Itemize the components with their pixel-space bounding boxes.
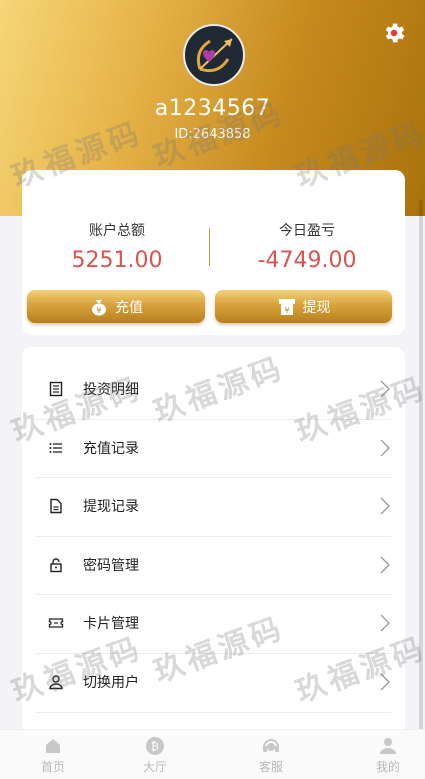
chevron-right-icon bbox=[380, 556, 390, 574]
atm-withdraw-icon: ¥ bbox=[277, 297, 297, 317]
svg-text:₿: ₿ bbox=[151, 740, 159, 753]
home-icon bbox=[43, 736, 63, 756]
tab-label: 首页 bbox=[40, 759, 65, 774]
total-balance-value: 5251.00 bbox=[71, 248, 163, 273]
menu-item-investment-details[interactable]: 投资明细 bbox=[22, 360, 405, 418]
menu-item-label: 提现记录 bbox=[83, 499, 139, 515]
headset-icon bbox=[261, 736, 281, 756]
tab-home[interactable]: 首页 bbox=[0, 730, 106, 779]
chevron-right-icon bbox=[380, 673, 390, 691]
money-bag-icon: ¥ bbox=[89, 297, 109, 317]
username: a1234567 bbox=[154, 96, 271, 121]
avatar[interactable] bbox=[183, 24, 245, 86]
list-icon bbox=[47, 439, 65, 457]
tab-mine[interactable]: 我的 bbox=[335, 730, 425, 779]
withdraw-button[interactable]: ¥ 提现 bbox=[215, 290, 392, 323]
document-list-icon bbox=[47, 380, 65, 398]
today-profit-label: 今日盈亏 bbox=[279, 223, 335, 239]
svg-text:¥: ¥ bbox=[96, 306, 101, 315]
menu-item-recharge-records[interactable]: 充值记录 bbox=[22, 419, 405, 477]
scrollbar[interactable] bbox=[419, 200, 423, 730]
tab-lobby[interactable]: ₿ 大厅 bbox=[102, 730, 208, 779]
divider bbox=[36, 712, 391, 713]
menu-item-password-management[interactable]: 密码管理 bbox=[22, 536, 405, 594]
recharge-button[interactable]: ¥ 充值 bbox=[27, 290, 205, 323]
menu-item-label: 充值记录 bbox=[83, 441, 139, 457]
menu-list: 投资明细 充值记录 提现记录 密码管理 卡片管理 切换用户 bbox=[22, 347, 405, 732]
total-balance-label: 账户总额 bbox=[89, 223, 145, 239]
chevron-right-icon bbox=[380, 614, 390, 632]
withdraw-label: 提现 bbox=[302, 299, 331, 316]
tab-label: 客服 bbox=[258, 759, 283, 774]
tab-label: 大厅 bbox=[142, 759, 167, 774]
menu-item-withdraw-records[interactable]: 提现记录 bbox=[22, 477, 405, 535]
gear-icon bbox=[385, 23, 405, 43]
user-icon bbox=[47, 673, 65, 691]
total-balance: 账户总额 5251.00 bbox=[22, 220, 212, 273]
menu-item-card-management[interactable]: 卡片管理 bbox=[22, 594, 405, 652]
bottom-tab-bar: 首页 ₿ 大厅 客服 我的 bbox=[0, 729, 425, 779]
tab-label: 我的 bbox=[375, 759, 400, 774]
lock-icon bbox=[47, 556, 65, 574]
svg-text:¥: ¥ bbox=[284, 306, 289, 315]
card-icon bbox=[47, 614, 65, 632]
today-profit-value: -4749.00 bbox=[257, 248, 357, 273]
user-id: ID:2643858 bbox=[174, 127, 251, 142]
recharge-label: 充值 bbox=[115, 299, 143, 316]
settings-button[interactable] bbox=[381, 20, 407, 46]
balance-card: 账户总额 5251.00 今日盈亏 -4749.00 ¥ 充值 ¥ 提现 bbox=[22, 170, 405, 335]
bitcoin-icon: ₿ bbox=[145, 736, 165, 756]
user-icon bbox=[378, 736, 398, 756]
menu-item-label: 投资明细 bbox=[83, 382, 139, 398]
cupid-bow-heart-icon bbox=[196, 38, 233, 73]
menu-item-switch-user[interactable]: 切换用户 bbox=[22, 653, 405, 711]
menu-item-label: 密码管理 bbox=[83, 558, 139, 574]
chevron-right-icon bbox=[380, 497, 390, 515]
tab-customer-service[interactable]: 客服 bbox=[218, 730, 324, 779]
chevron-right-icon bbox=[380, 439, 390, 457]
balance-divider bbox=[209, 228, 210, 266]
menu-item-label: 切换用户 bbox=[83, 675, 139, 691]
today-profit: 今日盈亏 -4749.00 bbox=[212, 220, 402, 273]
file-icon bbox=[47, 497, 65, 515]
menu-item-label: 卡片管理 bbox=[83, 616, 139, 632]
chevron-right-icon bbox=[380, 380, 390, 398]
